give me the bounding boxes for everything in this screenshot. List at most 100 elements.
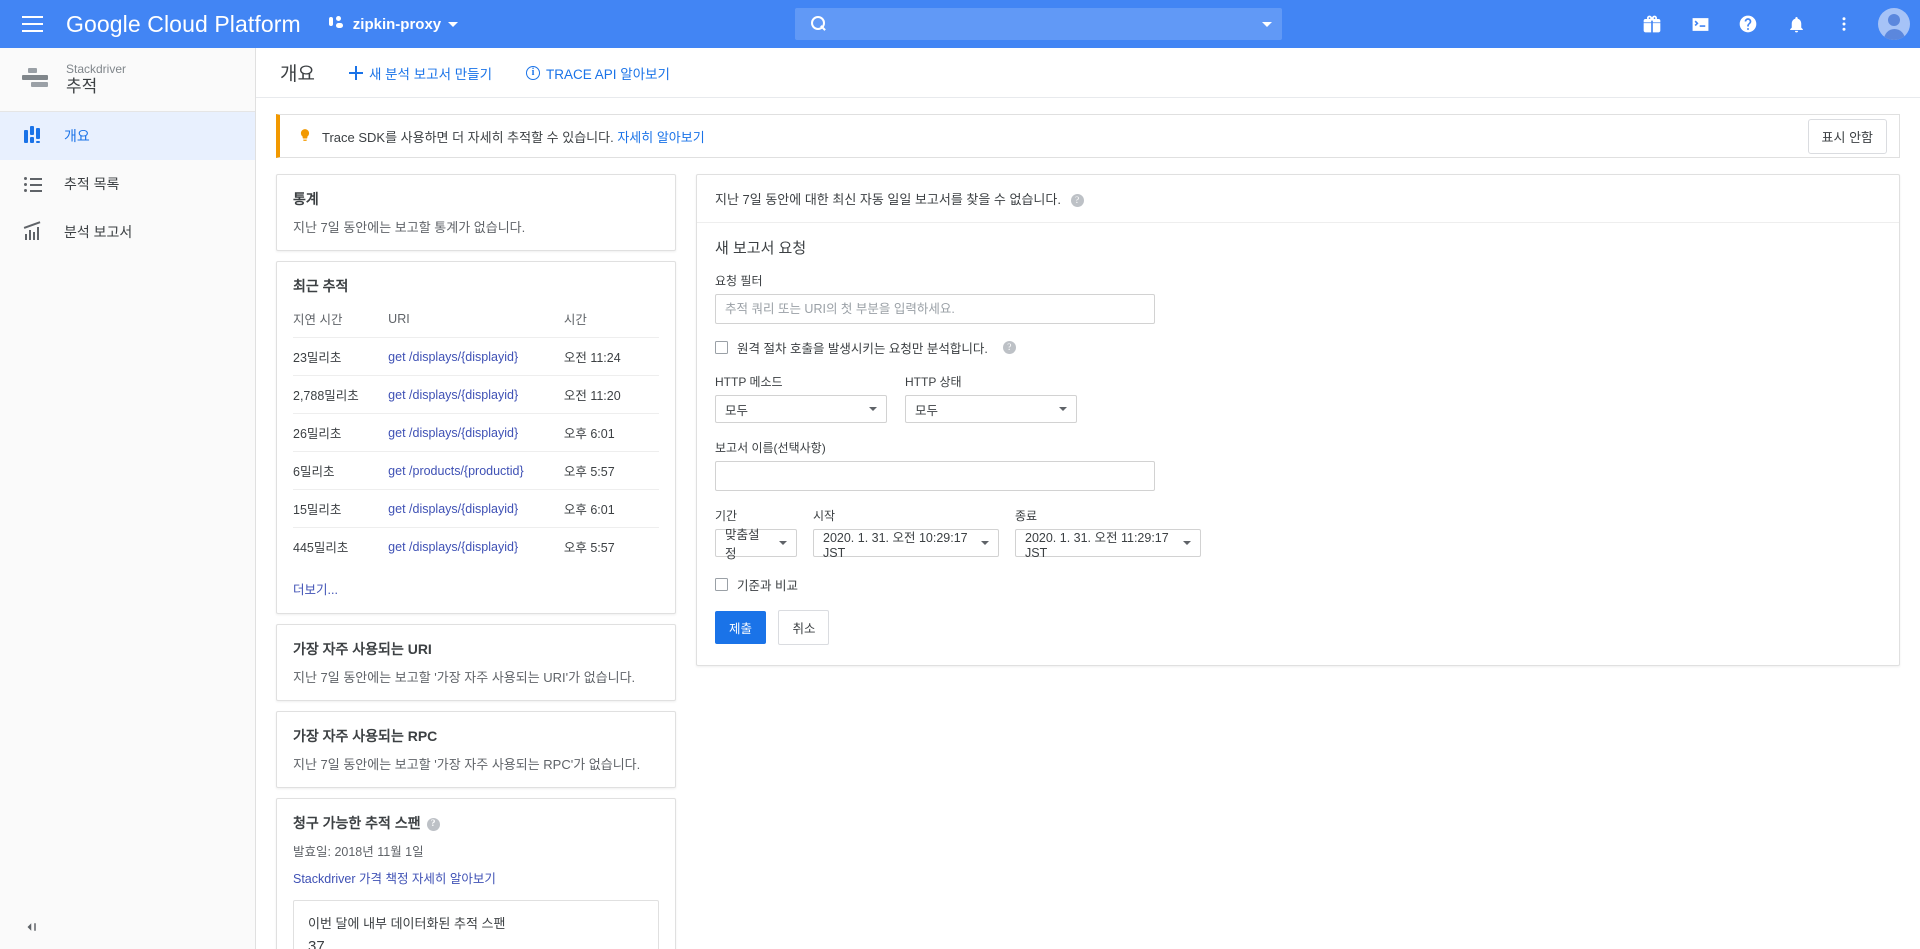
lightbulb-icon [298, 128, 312, 145]
http-status-value: 모두 [915, 403, 939, 418]
report-notice-text: 지난 7일 동안에 대한 최신 자동 일일 보고서를 찾을 수 없습니다. [715, 192, 1061, 207]
period-select[interactable]: 맞춤설정 [715, 528, 797, 561]
this-month-title: 이번 달에 내부 데이터화된 추적 스팬 [308, 916, 506, 931]
project-name: zipkin-proxy [352, 15, 442, 33]
project-selector[interactable]: zipkin-proxy [328, 15, 459, 33]
cell-uri-link[interactable]: get /products/{productid} [388, 464, 524, 478]
table-row[interactable]: 23밀리초 get /displays/{displayid} 오전 11:24 [293, 337, 659, 376]
cancel-button[interactable]: 취소 [778, 610, 830, 645]
stackdriver-trace-icon [22, 67, 50, 92]
banner-dismiss-button[interactable]: 표시 안함 [1807, 118, 1887, 154]
table-row[interactable]: 26밀리초 get /displays/{displayid} 오후 6:01 [293, 413, 659, 452]
cell-latency: 15밀리초 [293, 489, 389, 528]
http-filters-row: HTTP 메소드 모두 HTTP 상태 모두 [715, 373, 1881, 423]
request-filter-input[interactable] [715, 294, 1155, 324]
cell-latency: 445밀리초 [293, 527, 389, 565]
sidebar-item-trace-list[interactable]: 추적 목록 [0, 160, 255, 208]
rpc-only-label: 원격 절차 호출을 발생시키는 요청만 분석합니다. [737, 342, 988, 356]
product-name-label: 추적 [66, 77, 98, 96]
list-icon [24, 174, 44, 194]
sidebar-item-analysis-report[interactable]: 분석 보고서 [0, 208, 255, 256]
cell-uri-link[interactable]: get /displays/{displayid} [388, 426, 518, 440]
help-icon[interactable] [1728, 4, 1768, 44]
table-row[interactable]: 445밀리초 get /displays/{displayid} 오후 5:57 [293, 527, 659, 565]
chevron-down-icon [779, 541, 787, 545]
project-icon [328, 15, 346, 33]
show-more-link[interactable]: 더보기... [293, 579, 338, 598]
cell-time: 오후 6:01 [563, 413, 659, 452]
start-datetime-select[interactable]: 2020. 1. 31. 오전 10:29:17 JST [813, 529, 999, 560]
end-label: 종료 [1015, 509, 1038, 523]
cell-uri-link[interactable]: get /displays/{displayid} [388, 540, 518, 554]
create-analysis-report-label: 새 분석 보고서 만들기 [368, 66, 493, 82]
http-method-label: HTTP 메소드 [715, 375, 783, 389]
pricing-link[interactable]: Stackdriver 가격 책정 자세히 알아보기 [293, 872, 496, 886]
left-column: 통계 지난 7일 동안에는 보고할 통계가 없습니다. 최근 추적 지연 시간 … [276, 174, 676, 949]
trace-api-link[interactable]: i TRACE API 알아보기 [526, 63, 670, 83]
http-method-value: 모두 [725, 403, 749, 418]
chevron-down-icon[interactable] [1262, 21, 1272, 27]
start-label: 시작 [813, 509, 836, 523]
table-row[interactable]: 6밀리초 get /products/{productid} 오후 5:57 [293, 451, 659, 490]
column-header-time: 시간 [563, 313, 587, 327]
plus-icon [348, 65, 363, 80]
gift-icon[interactable] [1632, 4, 1672, 44]
help-circle-icon[interactable]: ? [1002, 341, 1016, 354]
search-icon [811, 15, 828, 33]
top-uri-empty-text: 지난 7일 동안에는 보고할 '가장 자주 사용되는 URI'가 없습니다. [293, 670, 636, 685]
top-rpc-title: 가장 자주 사용되는 RPC [293, 728, 438, 744]
report-name-input[interactable] [715, 461, 1155, 491]
end-value: 2020. 1. 31. 오전 11:29:17 JST [1025, 530, 1169, 560]
column-header-uri: URI [388, 311, 410, 326]
sidebar-product-header: Stackdriver 추적 [0, 48, 255, 112]
top-uri-card: 가장 자주 사용되는 URI 지난 7일 동안에는 보고할 '가장 자주 사용되… [276, 624, 676, 701]
table-row[interactable]: 15밀리초 get /displays/{displayid} 오후 6:01 [293, 489, 659, 528]
search-input[interactable] [795, 8, 1282, 40]
hamburger-icon[interactable] [8, 0, 56, 48]
date-range-row: 기간 맞춤설정 시작 2020. 1. 31. 오전 10:29:17 JST … [715, 507, 1881, 561]
more-vert-icon[interactable] [1824, 4, 1864, 44]
cell-time: 오후 5:57 [563, 451, 659, 490]
rpc-only-checkbox[interactable] [715, 341, 728, 354]
end-datetime-select[interactable]: 2020. 1. 31. 오전 11:29:17 JST [1015, 529, 1201, 560]
product-suite-label: Stackdriver [66, 62, 127, 76]
page-title: 개요 [280, 64, 315, 85]
cell-latency: 6밀리초 [293, 451, 389, 490]
notifications-icon[interactable] [1776, 4, 1816, 44]
http-status-select[interactable]: 모두 [905, 395, 1077, 423]
help-circle-icon[interactable]: ? [1070, 194, 1084, 208]
main-content: 개요 새 분석 보고서 만들기 i TRACE API 알아보기 Trace S… [256, 48, 1920, 949]
report-notice: 지난 7일 동안에 대한 최신 자동 일일 보고서를 찾을 수 없습니다. ? [697, 175, 1899, 223]
start-value: 2020. 1. 31. 오전 10:29:17 JST [823, 530, 968, 560]
this-month-value: 37 [308, 938, 325, 949]
create-analysis-report-button[interactable]: 새 분석 보고서 만들기 [348, 63, 493, 83]
compare-baseline-label: 기준과 비교 [737, 579, 798, 593]
billable-spans-title: 청구 가능한 추적 스팬? [293, 813, 659, 833]
rpc-only-checkbox-row[interactable]: 원격 절차 호출을 발생시키는 요청만 분석합니다. ? [715, 338, 1881, 357]
compare-baseline-row[interactable]: 기준과 비교 [715, 575, 1881, 594]
table-row[interactable]: 2,788밀리초 get /displays/{displayid} 오전 11… [293, 375, 659, 414]
sdk-promo-banner: Trace SDK를 사용하면 더 자세히 추적할 수 있습니다. 자세히 알아… [276, 114, 1900, 158]
content-area: Trace SDK를 사용하면 더 자세히 추적할 수 있습니다. 자세히 알아… [256, 98, 1920, 949]
compare-baseline-checkbox[interactable] [715, 578, 728, 591]
stats-card-empty-text: 지난 7일 동안에는 보고할 통계가 없습니다. [293, 220, 526, 235]
avatar[interactable] [1878, 8, 1910, 40]
cell-uri-link[interactable]: get /displays/{displayid} [388, 350, 518, 364]
submit-button[interactable]: 제출 [715, 611, 767, 644]
banner-learn-more-link[interactable]: 자세히 알아보기 [617, 130, 704, 145]
period-label: 기간 [715, 509, 738, 523]
sidebar-item-overview[interactable]: 개요 [0, 112, 255, 160]
request-filter-label: 요청 필터 [715, 274, 763, 288]
form-heading: 새 보고서 요청 [715, 240, 807, 257]
chevron-down-icon [1183, 541, 1191, 545]
chevron-down-icon [1059, 407, 1067, 411]
cell-uri-link[interactable]: get /displays/{displayid} [388, 388, 518, 402]
period-value: 맞춤설정 [725, 528, 760, 561]
http-method-select[interactable]: 모두 [715, 395, 887, 423]
help-circle-icon[interactable]: ? [426, 817, 440, 831]
cell-time: 오전 11:20 [563, 375, 659, 414]
cloud-shell-icon[interactable] [1680, 4, 1720, 44]
cell-uri-link[interactable]: get /displays/{displayid} [388, 502, 518, 516]
cell-time: 오전 11:24 [563, 337, 659, 376]
sidebar-collapse-icon[interactable] [20, 915, 44, 939]
